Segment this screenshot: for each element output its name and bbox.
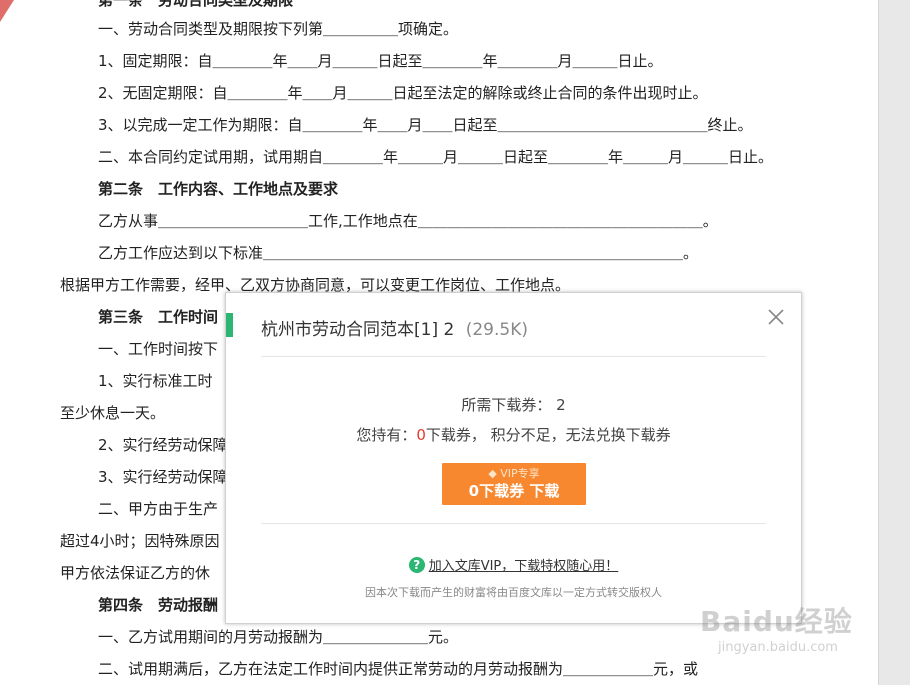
section-heading: 第三条 工作时间 [98,308,219,326]
close-icon[interactable] [764,305,788,329]
watermark: Baidu经验 jingyan.baidu.com [700,586,880,656]
required-coupons: 所需下载券： 2 [226,394,801,415]
document-line: 3、实行经劳动保障 [98,468,228,486]
title-accent-bar [226,313,233,337]
held-suffix: 下载券， 积分不足，无法兑换下载券 [425,426,671,444]
download-dialog: 杭州市劳动合同范本[1] 2 (29.5K) 所需下载券： 2 您持有：0下载券… [225,292,802,624]
section-heading: 第一条 劳动合同类型及期限 [98,0,294,9]
vertical-scrollbar[interactable] [878,0,910,685]
document-line: 1、实行标准工时 [98,372,213,390]
document-line: 二、本合同约定试用期，试用期自＿＿＿＿年＿＿＿月＿＿＿日起至＿＿＿＿年＿＿＿月＿… [98,148,774,166]
held-value: 0 [416,426,426,444]
download-button-label: 0下载券 下载 [468,482,560,500]
document-line: 2、实行经劳动保障 [98,436,228,454]
document-line: 2、无固定期限：自＿＿＿＿年＿＿月＿＿＿日起至法定的解除或终止合同的条件出现时止… [98,84,708,102]
document-line: 3、以完成一定工作为期限：自＿＿＿＿年＿＿月＿＿日起至＿＿＿＿＿＿＿＿＿＿＿＿＿… [98,116,753,134]
watermark-url: jingyan.baidu.com [718,640,838,655]
document-line: 乙方工作应达到以下标准＿＿＿＿＿＿＿＿＿＿＿＿＿＿＿＿＿＿＿＿＿＿＿＿＿＿＿＿。 [98,244,699,262]
divider [261,523,766,524]
join-vip-link[interactable]: 加入文库VIP，下载特权随心用！ [429,559,619,574]
section-heading: 第四条 劳动报酬 [98,596,219,614]
corner-marker [0,0,14,22]
document-line: 1、固定期限：自＿＿＿＿年＿＿月＿＿＿日起至＿＿＿＿年＿＿＿＿月＿＿＿日止。 [98,52,663,70]
held-coupons: 您持有：0下载券， 积分不足，无法兑换下载券 [226,424,801,445]
vip-badge: ◆ VIP专享 [442,466,586,481]
vip-label: VIP专享 [500,467,540,480]
watermark-brand: Baidu经验 [700,605,853,638]
document-line: 一、工作时间按下 [98,340,219,358]
held-prefix: 您持有： [356,426,417,444]
file-size: (29.5K) [465,320,528,340]
vip-promo: ? 加入文库VIP，下载特权随心用！ [226,555,801,574]
document-name: 杭州市劳动合同范本[1] 2 [261,320,455,340]
section-heading: 第二条 工作内容、工作地点及要求 [98,180,339,198]
question-icon: ? [408,556,425,573]
dialog-title: 杭州市劳动合同范本[1] 2 (29.5K) [261,315,528,340]
document-line: 二、甲方由于生产 [98,500,219,518]
document-line: 超过4小时；因特殊原因 [60,532,220,550]
divider [261,356,766,357]
document-line: 一、乙方试用期间的月劳动报酬为＿＿＿＿＿＿＿元。 [98,628,459,646]
document-line: 乙方从事＿＿＿＿＿＿＿＿＿＿工作,工作地点在＿＿＿＿＿＿＿＿＿＿＿＿＿＿＿＿＿＿… [98,212,718,230]
document-line: 甲方依法保证乙方的休 [60,564,211,582]
document-line: 二、试用期满后，乙方在法定工作时间内提供正常劳动的月劳动报酬为＿＿＿＿＿＿元，或 [98,660,699,678]
document-line: 一、劳动合同类型及期限按下列第＿＿＿＿＿项确定。 [98,20,459,38]
download-button[interactable]: ◆ VIP专享 0下载券 下载 [442,463,586,505]
document-line: 至少休息一天。 [60,404,166,422]
required-label: 所需下载券： [461,396,552,414]
required-value: 2 [556,396,566,414]
diamond-icon: ◆ [488,467,497,480]
